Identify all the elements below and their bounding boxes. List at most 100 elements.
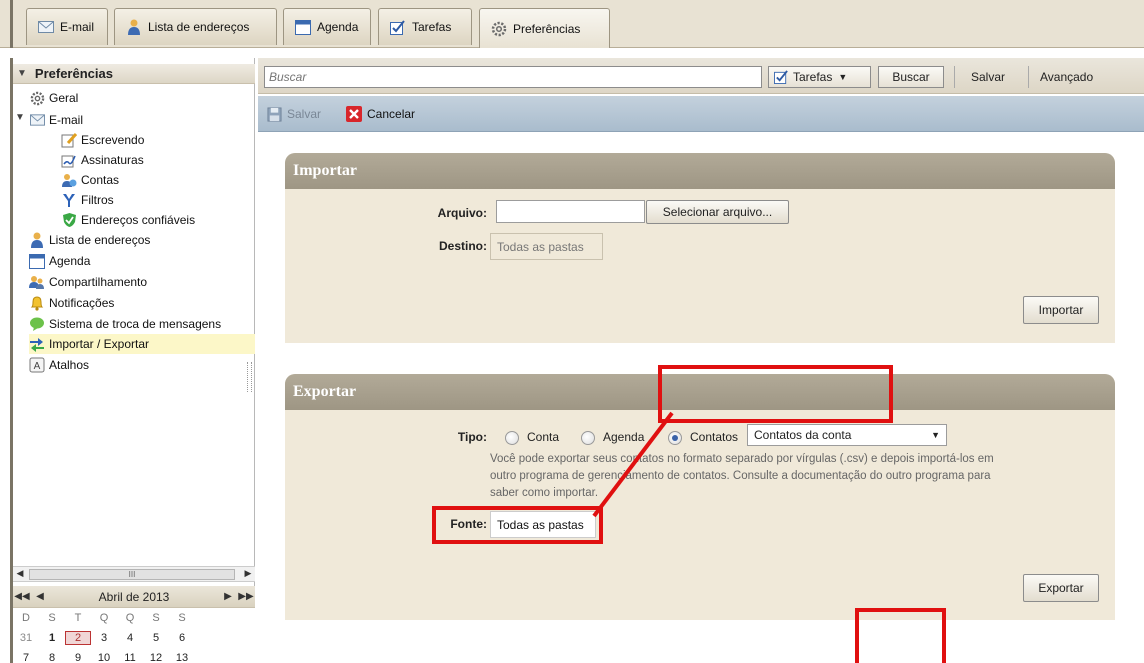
select-file-button[interactable]: Selecionar arquivo... xyxy=(646,200,789,224)
sidebar-item-label: Lista de endereços xyxy=(49,233,151,247)
search-bar: Tarefas ▼ Buscar Salvar Avançado xyxy=(258,58,1144,94)
calendar-day[interactable]: 9 xyxy=(65,652,91,663)
contacts-source-value: Contatos da conta xyxy=(754,428,852,442)
sidebar-item-contas[interactable]: Contas xyxy=(61,170,119,190)
prev-month-icon[interactable]: ◀ xyxy=(31,591,49,602)
sidebar-item-geral[interactable]: Geral xyxy=(29,88,78,108)
horizontal-scrollbar[interactable]: ◀ III ▶ xyxy=(13,566,255,582)
sidebar-item-lista-de-enderecos[interactable]: Lista de endereços xyxy=(29,230,150,250)
calendar-weekday-row: D S T Q Q S S xyxy=(13,608,255,628)
scroll-left-icon[interactable]: ◀ xyxy=(13,568,27,579)
sidebar-item-label: Notificações xyxy=(49,296,115,310)
calendar-week-row: 31 1 2 3 4 5 6 xyxy=(13,628,255,648)
export-button[interactable]: Exportar xyxy=(1023,574,1099,602)
cancel-label: Cancelar xyxy=(367,107,416,121)
sidebar-item-label: Sistema de troca de mensagens xyxy=(49,317,222,331)
sidebar-item-assinaturas[interactable]: Assinaturas xyxy=(61,150,144,170)
search-type-dropdown[interactable]: Tarefas ▼ xyxy=(768,66,871,88)
sidebar-item-label: Agenda xyxy=(49,254,91,268)
search-button[interactable]: Buscar xyxy=(878,66,944,88)
weekday-label: T xyxy=(74,612,82,624)
prev-year-icon[interactable]: ◀◀ xyxy=(13,591,31,602)
sidebar-item-email[interactable]: E-mail xyxy=(29,110,83,130)
calendar-day[interactable]: 7 xyxy=(13,652,39,663)
type-label: Tipo: xyxy=(457,430,487,444)
radio-conta-label[interactable]: Conta xyxy=(527,430,559,444)
calendar-icon xyxy=(294,19,312,35)
scroll-right-icon[interactable]: ▶ xyxy=(241,568,255,579)
tab-email-label: E-mail xyxy=(60,20,95,34)
contact-icon xyxy=(29,232,45,248)
calendar-day[interactable]: 10 xyxy=(91,652,117,663)
annotation-highlight-box xyxy=(432,506,603,544)
tab-agenda[interactable]: Agenda xyxy=(283,8,371,45)
tab-tasks-label: Tarefas xyxy=(412,20,452,34)
panel-splitter-handle[interactable] xyxy=(247,362,252,392)
sidebar-item-label: Contas xyxy=(81,173,120,187)
separator xyxy=(1028,66,1029,88)
sidebar-item-escrevendo[interactable]: Escrevendo xyxy=(61,130,144,150)
tab-preferences[interactable]: Preferências xyxy=(479,8,610,48)
cancel-button[interactable]: Cancelar xyxy=(346,105,415,123)
tab-agenda-label: Agenda xyxy=(317,20,359,34)
floppy-disk-icon xyxy=(266,106,282,122)
scrollbar-thumb[interactable]: III xyxy=(29,569,235,580)
calendar-day[interactable]: 8 xyxy=(39,652,65,663)
calendar-day[interactable]: 11 xyxy=(117,652,143,663)
contacts-source-select[interactable]: Contatos da conta ▼ xyxy=(747,424,947,446)
annotation-highlight-box xyxy=(658,365,893,423)
sidebar-item-importar-exportar[interactable]: Importar / Exportar xyxy=(29,334,255,354)
save-search-link[interactable]: Salvar xyxy=(971,66,1005,88)
radio-conta[interactable] xyxy=(505,431,519,445)
tab-email[interactable]: E-mail xyxy=(26,8,108,45)
sidebar-item-notificacoes[interactable]: Notificações xyxy=(29,293,114,313)
help-line: Você pode exportar seus contatos no form… xyxy=(490,453,994,465)
preferences-toolbar: Salvar Cancelar xyxy=(258,96,1144,132)
calendar-day[interactable]: 1 xyxy=(39,632,65,644)
radio-contatos-label[interactable]: Contatos xyxy=(690,430,738,444)
import-section-title: Importar xyxy=(285,153,1115,189)
radio-contatos[interactable] xyxy=(668,431,682,445)
sidebar-item-label: Compartilhamento xyxy=(49,275,148,289)
calendar-day[interactable]: 31 xyxy=(13,632,39,644)
calendar-month-title: Abril de 2013 xyxy=(98,589,170,604)
tab-tasks[interactable]: Tarefas xyxy=(378,8,472,45)
calendar-day[interactable]: 4 xyxy=(117,632,143,644)
save-label: Salvar xyxy=(287,107,322,121)
calendar-day[interactable]: 5 xyxy=(143,632,169,644)
separator xyxy=(954,66,955,88)
calendar-day-today[interactable]: 2 xyxy=(65,631,91,645)
calendar-day[interactable]: 6 xyxy=(169,632,195,644)
help-line: outro programa de gerenciamento de conta… xyxy=(490,470,991,482)
calendar-day[interactable]: 13 xyxy=(169,652,195,663)
next-year-icon[interactable]: ▶▶ xyxy=(237,591,255,602)
sidebar-item-compartilhamento[interactable]: Compartilhamento xyxy=(29,272,147,292)
search-type-label: Tarefas xyxy=(793,70,833,84)
search-input[interactable] xyxy=(264,66,762,88)
sidebar-header[interactable]: ▼ Preferências xyxy=(13,64,255,84)
radio-agenda[interactable] xyxy=(581,431,595,445)
next-month-icon[interactable]: ▶ xyxy=(219,591,237,602)
collapse-triangle-icon[interactable]: ▼ xyxy=(17,68,27,79)
save-button[interactable]: Salvar xyxy=(266,105,321,123)
envelope-icon xyxy=(37,19,55,35)
tab-address-book[interactable]: Lista de endereços xyxy=(114,8,277,45)
checkbox-icon xyxy=(389,19,407,35)
calendar-day[interactable]: 3 xyxy=(91,632,117,644)
window-edge xyxy=(10,0,13,48)
preferences-tree: Geral ▼ E-mail Escrevendo Assinaturas Co… xyxy=(13,86,255,564)
radio-agenda-label[interactable]: Agenda xyxy=(603,430,644,444)
sidebar-item-filtros[interactable]: Filtros xyxy=(61,190,114,210)
import-button[interactable]: Importar xyxy=(1023,296,1099,324)
file-path-input[interactable] xyxy=(496,200,645,223)
advanced-search-link[interactable]: Avançado xyxy=(1040,66,1093,88)
contact-icon xyxy=(125,19,143,35)
calendar-day[interactable]: 12 xyxy=(143,652,169,663)
sidebar-item-atalhos[interactable]: A Atalhos xyxy=(29,355,89,375)
app-tab-bar: E-mail Lista de endereços Agenda Tarefas… xyxy=(0,0,1144,48)
sidebar-item-sistema-de-troca-de-mensagens[interactable]: Sistema de troca de mensagens xyxy=(29,314,221,334)
expand-triangle-icon[interactable]: ▼ xyxy=(15,112,25,123)
sidebar-item-enderecos-confiaveis[interactable]: Endereços confiáveis xyxy=(61,210,195,230)
sidebar-item-agenda[interactable]: Agenda xyxy=(29,251,90,271)
calendar-icon xyxy=(29,253,45,269)
